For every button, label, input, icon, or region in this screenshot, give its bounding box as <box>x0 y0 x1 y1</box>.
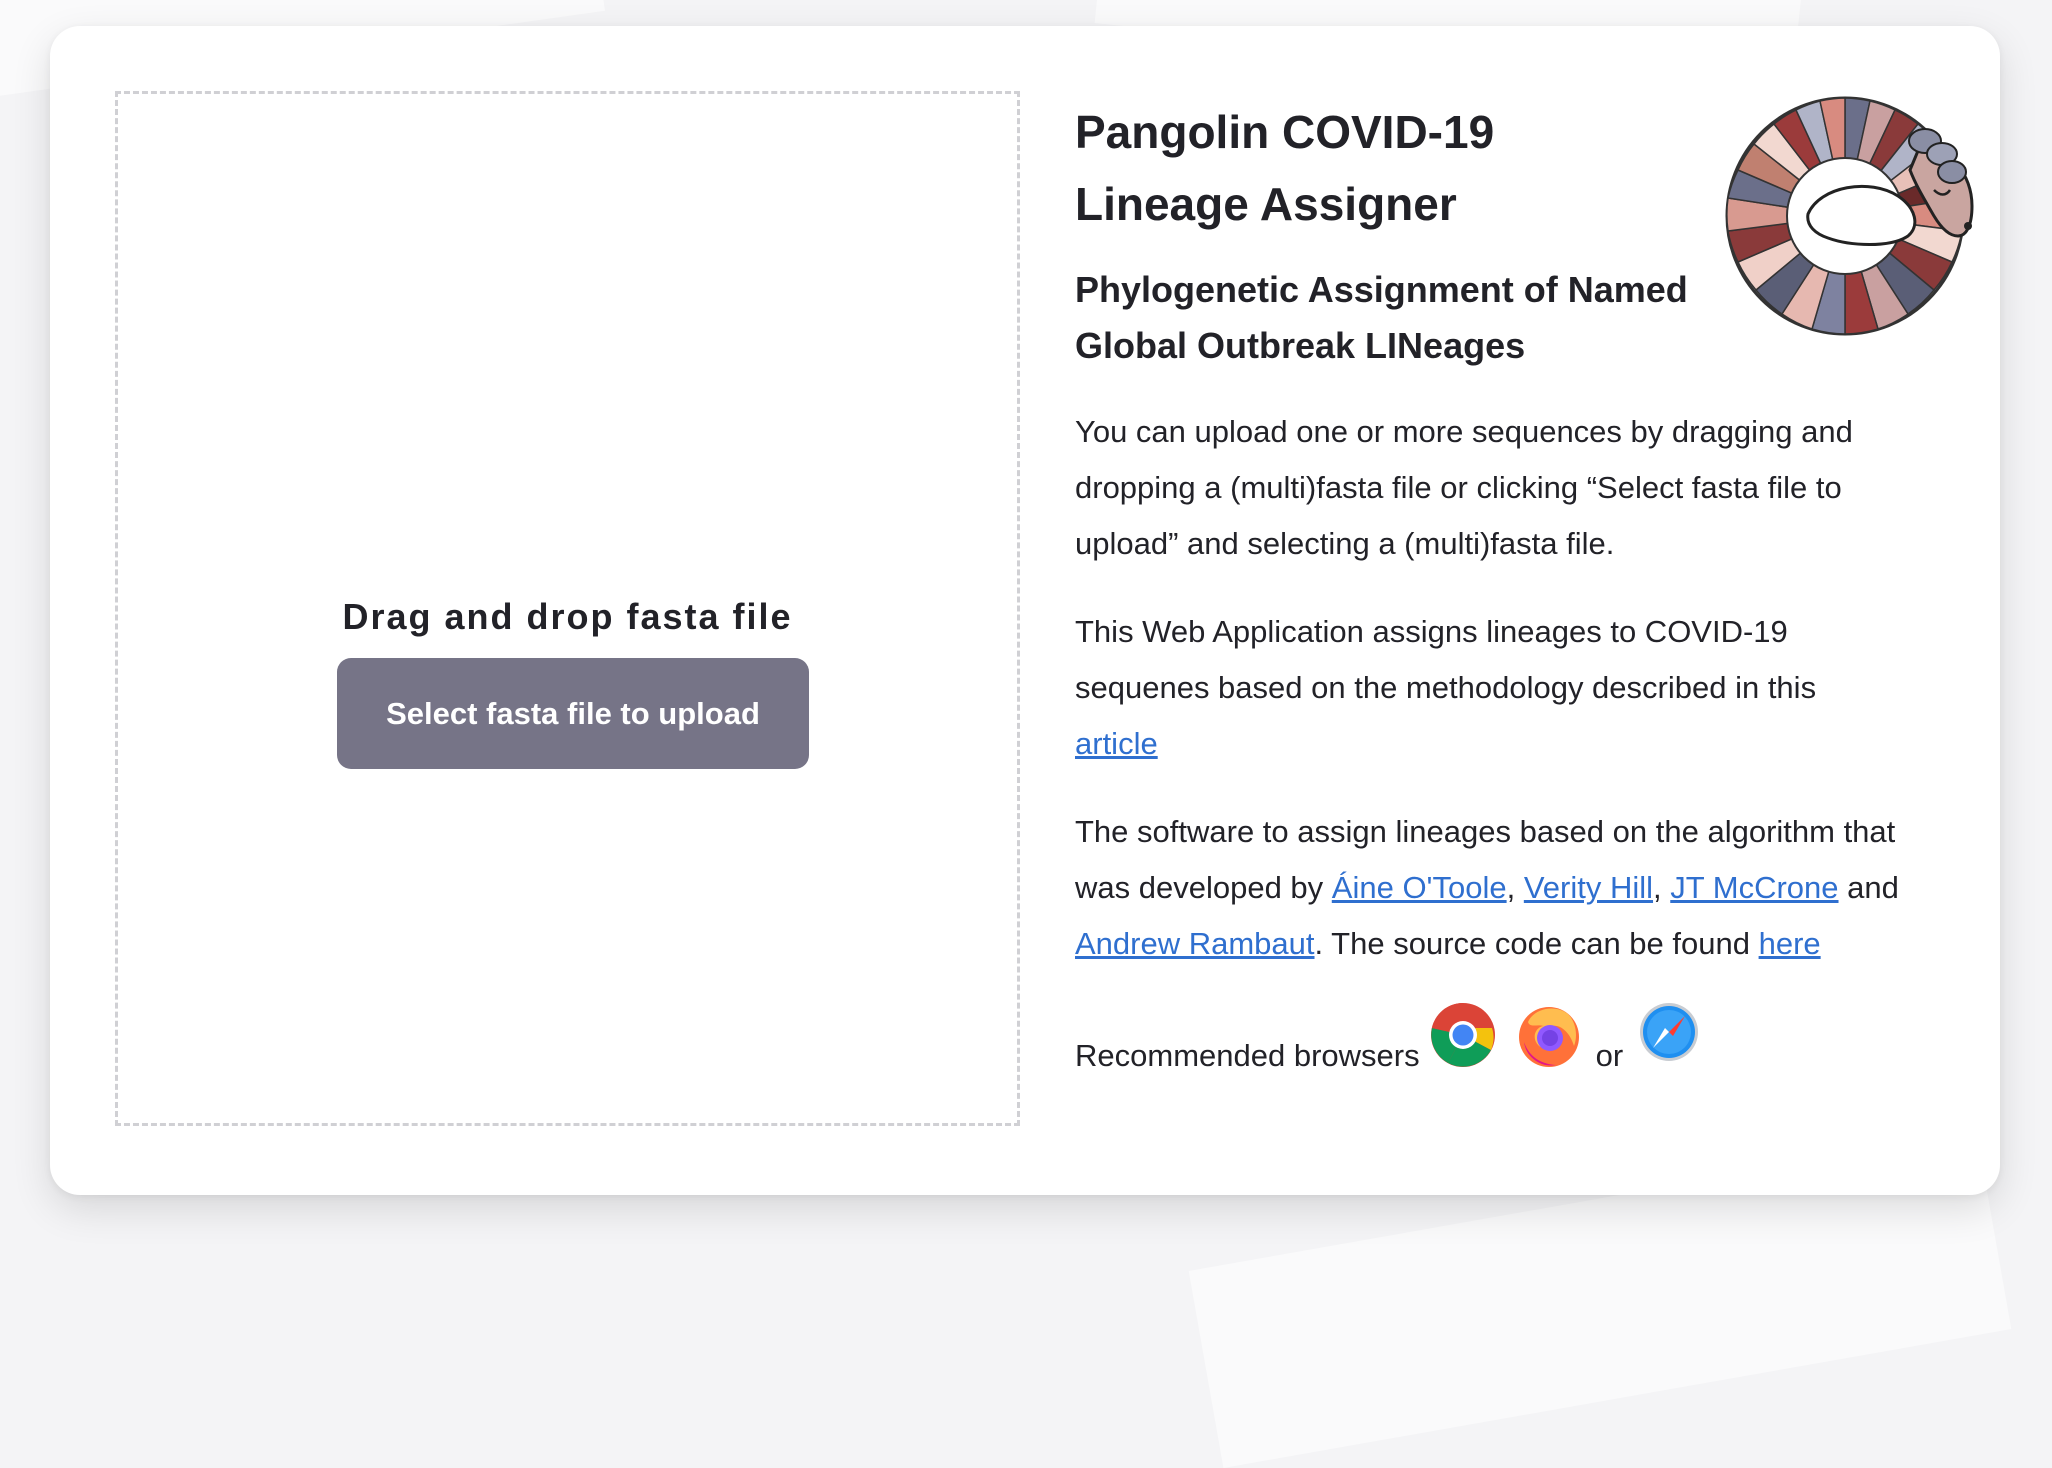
safari-icon[interactable] <box>1639 1002 1699 1062</box>
page-title: Pangolin COVID-19 Lineage Assigner <box>1075 106 1495 230</box>
separator: , <box>1653 870 1671 905</box>
author-link-jt-mccrone[interactable]: JT McCrone <box>1670 870 1838 905</box>
recommended-browsers: Recommended browsers or <box>1075 1003 1955 1074</box>
about-paragraph: This Web Application assigns lineages to… <box>1075 604 1905 772</box>
browsers-label: Recommended browsers <box>1075 1038 1420 1073</box>
chrome-icon[interactable] <box>1430 1002 1496 1068</box>
intro-paragraph: You can upload one or more sequences by … <box>1075 414 1853 561</box>
separator: , <box>1506 870 1524 905</box>
browsers-or: or <box>1595 1038 1624 1073</box>
credits-paragraph: The software to assign lineages based on… <box>1075 804 1905 972</box>
page-subtitle: Phylogenetic Assignment of Named Global … <box>1075 269 1688 366</box>
credits-source-text: . The source code can be found <box>1314 926 1759 961</box>
select-file-button[interactable]: Select fasta file to upload <box>337 658 809 769</box>
author-link-andrew-rambaut[interactable]: Andrew Rambaut <box>1075 926 1315 961</box>
author-link-aine-otoole[interactable]: Áine O'Toole <box>1332 870 1507 905</box>
author-link-verity-hill[interactable]: Verity Hill <box>1524 870 1653 905</box>
firefox-icon[interactable] <box>1516 1002 1582 1068</box>
credits-and: and <box>1838 870 1899 905</box>
main-card: Drag and drop fasta file Select fasta fi… <box>50 26 2000 1195</box>
dropzone-label: Drag and drop fasta file <box>342 596 793 637</box>
pangolin-logo <box>1720 86 1990 366</box>
article-link[interactable]: article <box>1075 726 1158 761</box>
source-code-link[interactable]: here <box>1759 926 1821 961</box>
about-text: This Web Application assigns lineages to… <box>1075 614 1817 705</box>
file-dropzone[interactable]: Drag and drop fasta file Select fasta fi… <box>115 91 1020 1126</box>
